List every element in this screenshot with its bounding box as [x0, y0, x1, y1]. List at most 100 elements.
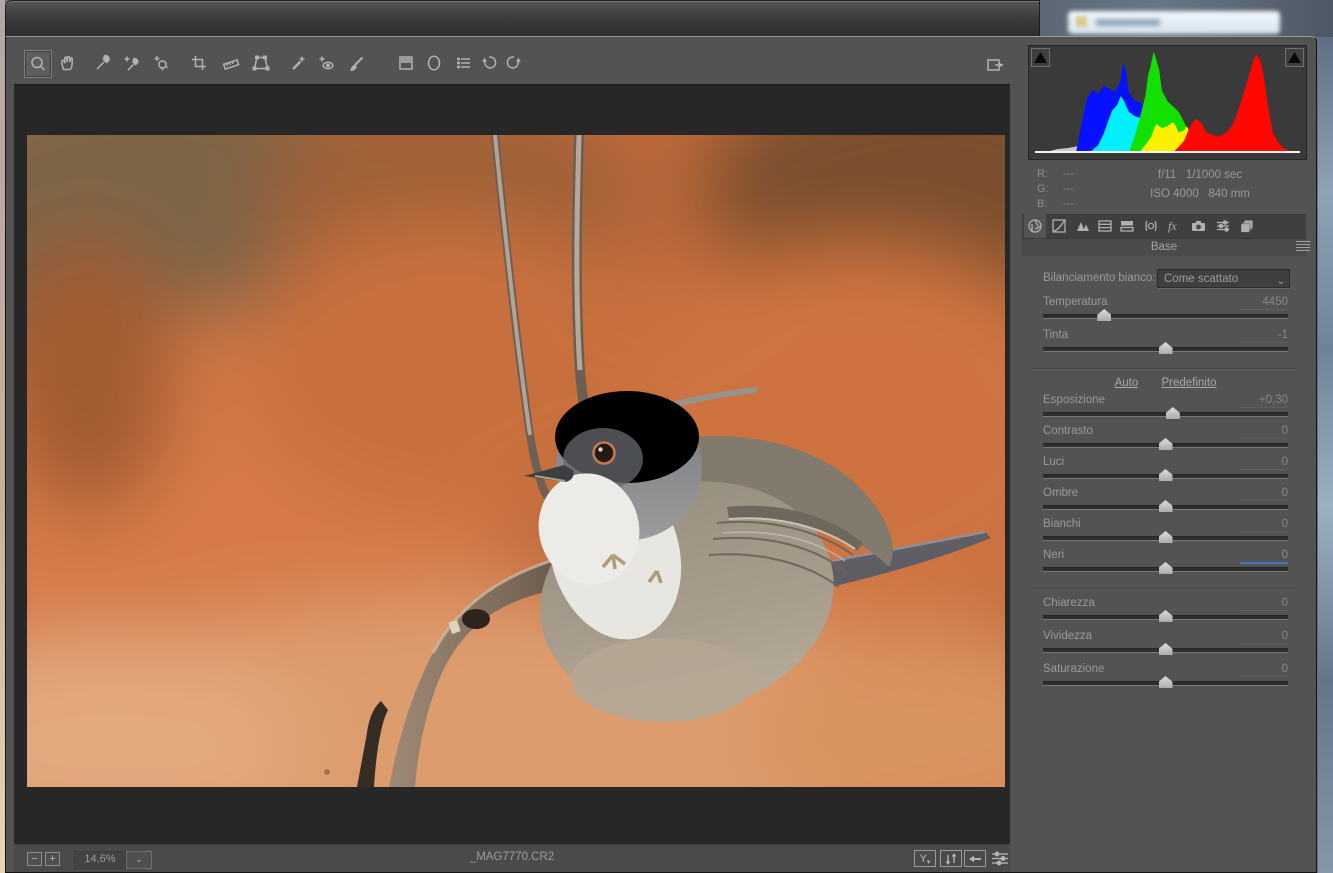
tab-presets[interactable]: [1212, 214, 1234, 238]
slider-thumb[interactable]: [1159, 676, 1173, 688]
slider-track[interactable]: [1043, 567, 1288, 572]
slider-track[interactable]: [1043, 648, 1288, 653]
slider-value-field[interactable]: -1: [1240, 329, 1288, 343]
slider-thumb[interactable]: [1159, 531, 1173, 543]
swap-before-after-button[interactable]: [940, 850, 962, 867]
slider-thumb[interactable]: [1166, 407, 1180, 419]
slider-value-field[interactable]: 0: [1240, 425, 1288, 439]
targeted-adjustment-tool-button[interactable]: [148, 50, 174, 76]
rotate-right-button[interactable]: [501, 50, 527, 76]
fullscreen-icon: [984, 55, 1006, 75]
tab-tone-curve[interactable]: [1048, 214, 1070, 238]
slider-value-field[interactable]: 4450: [1240, 296, 1288, 310]
photo-preview[interactable]: [27, 135, 1005, 787]
zoom-in-button[interactable]: +: [45, 852, 60, 866]
red-eye-tool-button[interactable]: [313, 50, 339, 76]
slider-value-field[interactable]: 0: [1240, 487, 1288, 501]
slider-thumb[interactable]: [1159, 438, 1173, 450]
slider-track[interactable]: [1043, 347, 1288, 352]
slider-thumb[interactable]: [1097, 309, 1111, 321]
tab-effects[interactable]: fx: [1164, 214, 1186, 238]
rotate-left-button[interactable]: [476, 50, 502, 76]
cycle-before-after-button[interactable]: Y▾: [914, 850, 936, 867]
radial-filter-tool-button[interactable]: [421, 50, 447, 76]
copy-settings-button[interactable]: [964, 850, 986, 867]
auto-link[interactable]: Auto: [1115, 377, 1139, 389]
slider-thumb[interactable]: [1159, 562, 1173, 574]
slider-row-chiarezza: Chiarezza0: [1043, 597, 1288, 630]
zoom-level-field[interactable]: 14,6%: [74, 851, 126, 869]
slider-value-field[interactable]: 0: [1240, 663, 1288, 677]
slider-thumb[interactable]: [1159, 342, 1173, 354]
filename: _MAG7770.CR2: [14, 851, 1010, 863]
slider-thumb[interactable]: [1159, 610, 1173, 622]
slider-row-esposizione: Esposizione+0,30: [1043, 394, 1288, 425]
zoom-level-dropdown[interactable]: ⌄: [126, 851, 152, 869]
background-blurred-icon: [1076, 16, 1087, 27]
rotate-cw-icon: [504, 53, 524, 73]
slider-value-field[interactable]: 0: [1240, 549, 1288, 564]
white-balance-value: Come scattato: [1164, 273, 1238, 285]
slider-track[interactable]: [1043, 443, 1288, 448]
shadow-clip-toggle[interactable]: [1031, 48, 1050, 67]
tab-detail[interactable]: [1072, 214, 1094, 238]
tab-split-toning[interactable]: [1116, 214, 1138, 238]
slider-value-field[interactable]: 0: [1240, 456, 1288, 470]
graduated-filter-tool-button[interactable]: [393, 50, 419, 76]
tab-lens-corrections[interactable]: [1140, 214, 1162, 238]
slider-track[interactable]: [1043, 505, 1288, 510]
slider-track[interactable]: [1043, 474, 1288, 479]
color-sampler-tool-button[interactable]: [118, 50, 144, 76]
slider-value-field[interactable]: 0: [1240, 630, 1288, 644]
slider-label: Neri: [1043, 549, 1064, 561]
arrow-left-icon: [967, 852, 983, 866]
panel-menu-button[interactable]: [1296, 241, 1310, 252]
slider-label: Bianchi: [1043, 518, 1081, 530]
highlight-clip-toggle[interactable]: [1285, 48, 1304, 67]
aperture-icon: [1027, 218, 1043, 234]
tab-basic[interactable]: [1024, 214, 1046, 238]
tab-camera-calibration[interactable]: [1188, 214, 1210, 238]
slider-thumb[interactable]: [1159, 500, 1173, 512]
slider-track[interactable]: [1043, 314, 1288, 319]
slider-label: Vividezza: [1043, 630, 1092, 642]
straighten-tool-button[interactable]: [218, 50, 244, 76]
slider-track[interactable]: [1043, 412, 1288, 417]
slider-thumb[interactable]: [1159, 643, 1173, 655]
b-value: ---: [1063, 198, 1074, 210]
slider-value-field[interactable]: 0: [1240, 597, 1288, 611]
hand-tool-button[interactable]: [54, 50, 80, 76]
slider-thumb[interactable]: [1159, 469, 1173, 481]
white-balance-select[interactable]: Come scattato ⌄: [1157, 269, 1290, 288]
swap-arrows-icon: [943, 852, 959, 866]
panel-header: Base: [1022, 238, 1306, 256]
slider-row-tinta: Tinta-1: [1043, 329, 1288, 362]
white-balance-tool-button[interactable]: [90, 50, 116, 76]
tab-hsl-grayscale[interactable]: [1094, 214, 1116, 238]
fx-icon: fx: [1166, 218, 1184, 234]
transform-tool-button[interactable]: [248, 50, 274, 76]
spot-removal-tool-button[interactable]: [285, 50, 311, 76]
slider-row-bianchi: Bianchi 0: [1043, 518, 1288, 549]
slider-track[interactable]: [1043, 681, 1288, 686]
fullscreen-toggle-button[interactable]: [982, 52, 1008, 78]
slider-track[interactable]: [1043, 615, 1288, 620]
slider-value-field[interactable]: 0: [1240, 518, 1288, 532]
brush-icon: [347, 53, 367, 73]
snapshots-layers-icon: [1239, 218, 1255, 234]
slider-value-field[interactable]: +0,30: [1240, 394, 1288, 408]
zoom-tool-button[interactable]: [24, 50, 52, 78]
slider-track[interactable]: [1043, 536, 1288, 541]
exif-line2: ISO 4000 840 mm: [1105, 188, 1295, 200]
preferences-button[interactable]: [451, 50, 477, 76]
window-titlebar[interactable]: Camera Raw 9.12.1 - Canon EOS 5D Mark IV: [5, 0, 1040, 36]
y-glyph: Y: [920, 853, 927, 865]
zoom-out-button[interactable]: −: [27, 852, 42, 866]
slider-label: Contrasto: [1043, 425, 1093, 437]
preview-preferences-button[interactable]: [990, 850, 1010, 872]
default-link[interactable]: Predefinito: [1161, 377, 1216, 389]
tab-snapshots[interactable]: [1236, 214, 1258, 238]
r-label: R:: [1037, 168, 1048, 180]
crop-tool-button[interactable]: [186, 50, 212, 76]
adjustment-brush-tool-button[interactable]: [344, 50, 370, 76]
